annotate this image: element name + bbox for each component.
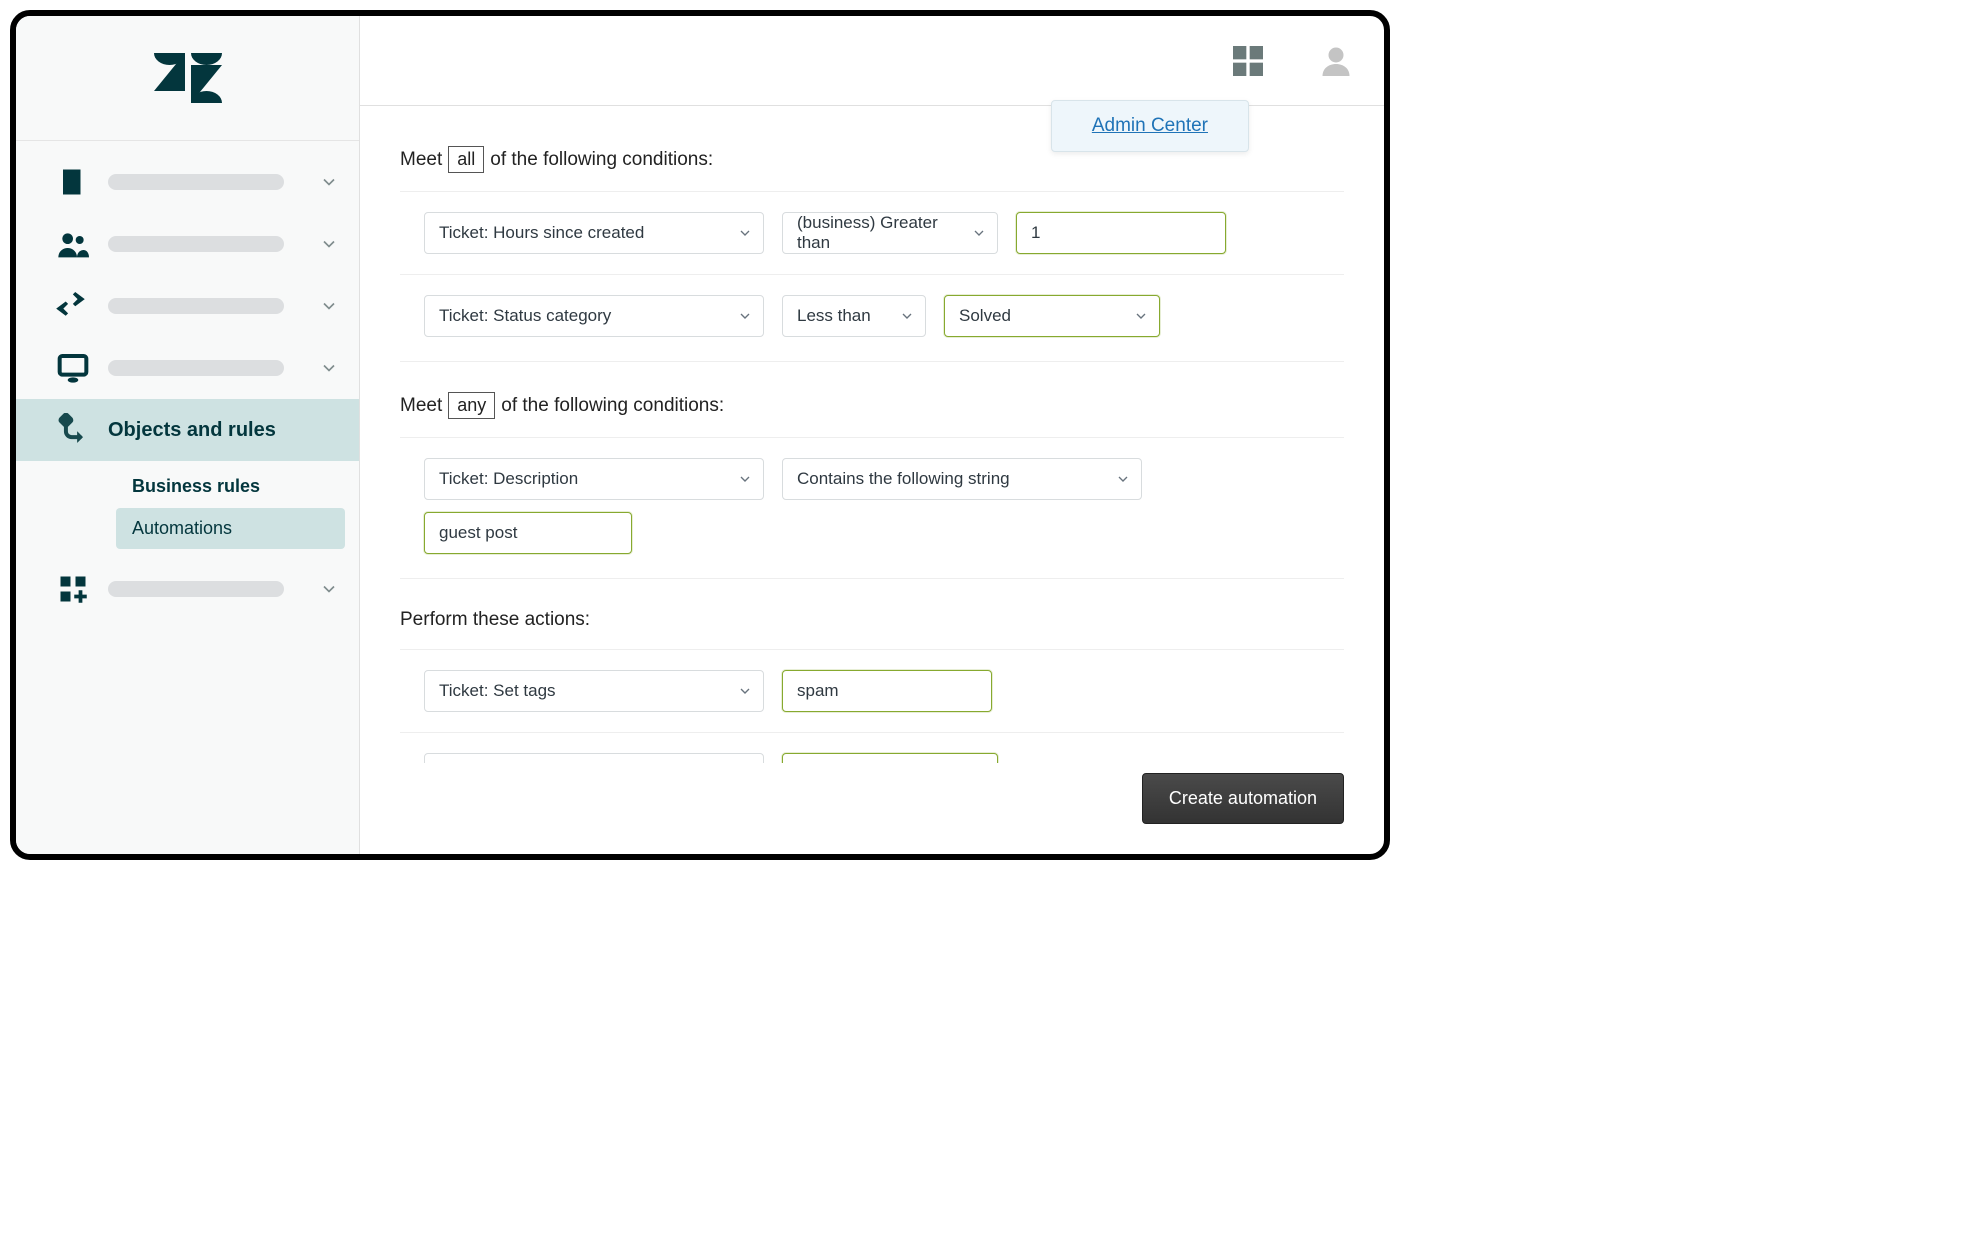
placeholder-bar bbox=[108, 298, 284, 314]
condition-operator-select[interactable]: Less than bbox=[782, 295, 926, 337]
sidebar-item-workspaces[interactable] bbox=[16, 337, 359, 399]
chevron-down-icon bbox=[737, 471, 753, 487]
label-text: of the following conditions: bbox=[501, 395, 724, 417]
placeholder-bar bbox=[108, 174, 284, 190]
label-text: Meet bbox=[400, 395, 442, 417]
chevron-down-icon bbox=[319, 579, 339, 599]
condition-field-select[interactable]: Ticket: Status category bbox=[424, 295, 764, 337]
condition-operator-select[interactable]: (business) Greater than bbox=[782, 212, 998, 254]
main-area: Admin Center Meet all of the following c… bbox=[360, 16, 1384, 854]
sidebar-item-label: Objects and rules bbox=[108, 419, 276, 442]
workflow-icon bbox=[56, 413, 90, 447]
action-row: Ticket: Status category Closed bbox=[400, 732, 1344, 763]
select-value: Solved bbox=[959, 306, 1011, 326]
sidebar-nav: Objects and rules Business rules Automat… bbox=[16, 141, 359, 620]
action-value-select[interactable]: Closed bbox=[782, 753, 998, 763]
apps-grid-icon[interactable] bbox=[1228, 41, 1268, 81]
divider bbox=[400, 578, 1344, 579]
select-value: (business) Greater than bbox=[797, 213, 961, 253]
chevron-down-icon bbox=[971, 225, 987, 241]
actions-group: Perform these actions: Ticket: Set tags … bbox=[400, 609, 1344, 763]
label-text: of the following conditions: bbox=[490, 149, 713, 171]
condition-row: Ticket: Status category Less than Solved bbox=[400, 274, 1344, 357]
zendesk-logo-icon bbox=[154, 53, 222, 103]
select-value: Less than bbox=[797, 306, 871, 326]
sidebar-item-objects-rules[interactable]: Objects and rules bbox=[16, 399, 359, 461]
content-area: Meet all of the following conditions: Ti… bbox=[360, 106, 1384, 763]
conditions-any-group: Meet any of the following conditions: Ti… bbox=[400, 392, 1344, 579]
chevron-down-icon bbox=[737, 683, 753, 699]
sidebar-subnav: Business rules Automations bbox=[16, 461, 359, 558]
placeholder-bar bbox=[108, 581, 284, 597]
user-profile-icon[interactable] bbox=[1318, 43, 1354, 79]
select-value: Contains the following string bbox=[797, 469, 1010, 489]
action-field-select[interactable]: Ticket: Set tags bbox=[424, 670, 764, 712]
conditions-all-group: Meet all of the following conditions: Ti… bbox=[400, 146, 1344, 362]
any-keyword: any bbox=[448, 392, 495, 419]
chevron-down-icon bbox=[319, 234, 339, 254]
chevron-down-icon bbox=[1115, 471, 1131, 487]
app-window: Objects and rules Business rules Automat… bbox=[10, 10, 1390, 860]
all-keyword: all bbox=[448, 146, 484, 173]
subnav-automations[interactable]: Automations bbox=[116, 508, 345, 549]
conditions-any-header: Meet any of the following conditions: bbox=[400, 392, 1344, 419]
label-text: Meet bbox=[400, 149, 442, 171]
logo-area bbox=[16, 16, 359, 141]
chevron-down-icon bbox=[737, 225, 753, 241]
condition-operator-select[interactable]: Contains the following string bbox=[782, 458, 1142, 500]
create-automation-button[interactable]: Create automation bbox=[1142, 773, 1344, 824]
condition-row: Ticket: Description Contains the followi… bbox=[400, 437, 1344, 574]
actions-header: Perform these actions: bbox=[400, 609, 1344, 631]
action-value-input[interactable] bbox=[782, 670, 992, 712]
footer-actions: Create automation bbox=[360, 763, 1384, 854]
chevron-down-icon bbox=[737, 308, 753, 324]
condition-field-select[interactable]: Ticket: Hours since created bbox=[424, 212, 764, 254]
condition-row: Ticket: Hours since created (business) G… bbox=[400, 191, 1344, 274]
action-field-select[interactable]: Ticket: Status category bbox=[424, 753, 764, 763]
subnav-business-rules[interactable]: Business rules bbox=[116, 466, 345, 507]
select-value: Ticket: Set tags bbox=[439, 681, 556, 701]
admin-center-link[interactable]: Admin Center bbox=[1092, 115, 1208, 136]
condition-value-input[interactable] bbox=[424, 512, 632, 554]
select-value: Ticket: Description bbox=[439, 469, 578, 489]
chevron-down-icon bbox=[319, 172, 339, 192]
condition-value-select[interactable]: Solved bbox=[944, 295, 1160, 337]
sidebar-item-channels[interactable] bbox=[16, 275, 359, 337]
chevron-down-icon bbox=[899, 308, 915, 324]
building-icon bbox=[56, 165, 90, 199]
condition-col: Ticket: Description Contains the followi… bbox=[424, 458, 1142, 554]
action-row: Ticket: Set tags bbox=[400, 649, 1344, 732]
placeholder-bar bbox=[108, 236, 284, 252]
select-value: Ticket: Status category bbox=[439, 306, 611, 326]
sidebar-item-apps[interactable] bbox=[16, 558, 359, 620]
select-value: Ticket: Hours since created bbox=[439, 223, 644, 243]
placeholder-bar bbox=[108, 360, 284, 376]
chevron-down-icon bbox=[1133, 308, 1149, 324]
arrows-icon bbox=[56, 289, 90, 323]
label-text: Perform these actions: bbox=[400, 609, 590, 631]
sidebar-item-account[interactable] bbox=[16, 151, 359, 213]
condition-value-input[interactable] bbox=[1016, 212, 1226, 254]
topbar bbox=[360, 16, 1384, 106]
monitor-icon bbox=[56, 351, 90, 385]
sidebar-item-people[interactable] bbox=[16, 213, 359, 275]
condition-field-select[interactable]: Ticket: Description bbox=[424, 458, 764, 500]
divider bbox=[400, 361, 1344, 362]
chevron-down-icon bbox=[319, 358, 339, 378]
sidebar: Objects and rules Business rules Automat… bbox=[16, 16, 360, 854]
admin-center-popup: Admin Center bbox=[1051, 100, 1249, 152]
chevron-down-icon bbox=[319, 296, 339, 316]
people-icon bbox=[56, 227, 90, 261]
apps-plus-icon bbox=[56, 572, 90, 606]
